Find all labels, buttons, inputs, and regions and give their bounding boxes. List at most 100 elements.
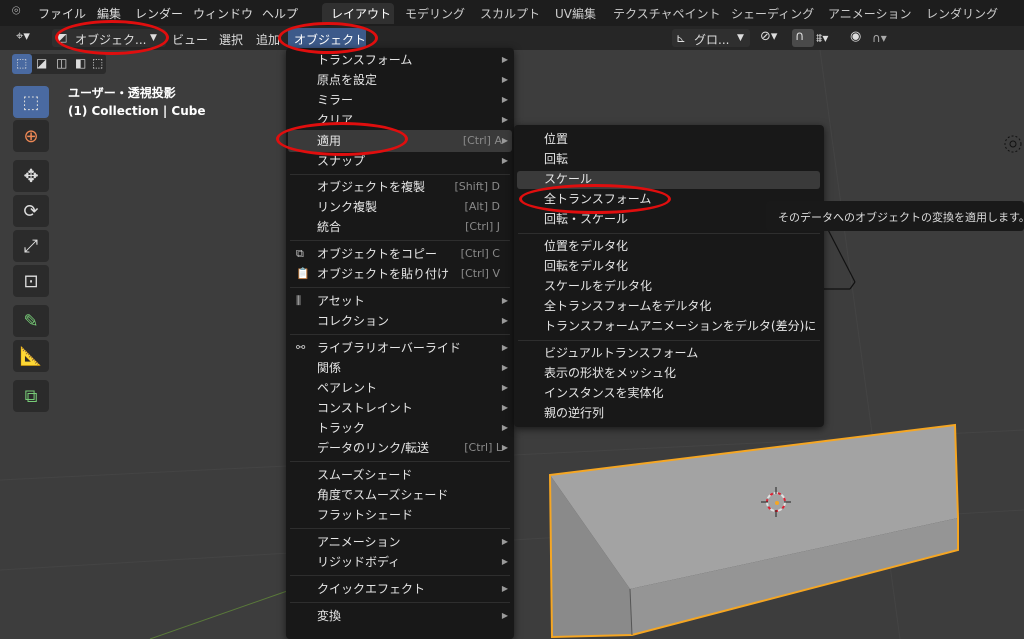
proportional-edit-icon[interactable]: ◉ (850, 29, 861, 44)
menu-item-collection[interactable]: コレクション ▶ (286, 311, 514, 331)
crosshair-icon: ⊕ (23, 125, 39, 147)
select-invert-icon[interactable]: ◧ (75, 56, 86, 70)
menu-file[interactable]: ファイル (38, 5, 86, 22)
tab-uv-editing[interactable]: UV編集 (555, 5, 596, 22)
menu-separator (290, 287, 510, 288)
tool-cursor[interactable]: ⊕ (13, 120, 49, 152)
tab-texture-paint[interactable]: テクスチャペイント (613, 5, 721, 22)
blender-logo-icon[interactable]: ⌾ (12, 3, 20, 19)
rotate-icon: ⟳ (23, 200, 39, 222)
menu-help[interactable]: ヘルプ (262, 5, 298, 22)
tool-add-cube[interactable]: ⧉ (13, 380, 49, 412)
apply-rotation-to-deltas[interactable]: 回転をデルタ化 (544, 256, 628, 276)
tool-measure[interactable]: 📐 (13, 340, 49, 372)
tab-layout[interactable]: レイアウト (331, 5, 391, 22)
menu-separator (290, 240, 510, 241)
orientation-label: グロ... (694, 33, 730, 47)
menu-item-track[interactable]: トラック ▶ (286, 418, 514, 438)
magnet-icon: ∩ (795, 29, 805, 44)
move-icon: ✥ (23, 165, 39, 187)
menu-item-copy-objects[interactable]: ⧉ オブジェクトをコピー [Ctrl] C (286, 244, 514, 264)
tab-shading[interactable]: シェーディング (731, 5, 814, 22)
menu-item-duplicate[interactable]: オブジェクトを複製 [Shift] D (286, 177, 514, 197)
annotation-ring-apply (276, 122, 408, 156)
menu-item-animation[interactable]: アニメーション ▶ (286, 532, 514, 552)
menu-separator (290, 602, 510, 603)
apply-all-to-deltas[interactable]: 全トランスフォームをデルタ化 (544, 296, 711, 316)
apply-rotation[interactable]: 回転 (544, 149, 568, 169)
orientation-icon: ⊾ (676, 31, 687, 45)
menu-item-shade-smooth[interactable]: スムーズシェード (286, 465, 514, 485)
select-intersect-icon[interactable]: ⬚ (92, 56, 103, 70)
apply-parent-inverse[interactable]: 親の逆行列 (544, 403, 604, 423)
menu-item-asset[interactable]: ⫼ アセット ▶ (286, 291, 514, 311)
apply-make-instances-real[interactable]: インスタンスを実体化 (544, 383, 664, 403)
menu-item-rigid-body[interactable]: リジッドボディ ▶ (286, 552, 514, 572)
chevron-down-icon: ▼ (737, 33, 744, 43)
submenu-separator (518, 233, 820, 234)
top-menubar: ⌾ ファイル 編集 レンダー ウィンドウ ヘルプ レイアウト モデリング スカル… (0, 0, 1024, 26)
annotation-ring-all-transforms (519, 184, 671, 214)
asset-icon: ⫼ (296, 294, 302, 307)
copy-icon: ⧉ (296, 247, 304, 260)
menu-separator (290, 174, 510, 175)
tab-modeling[interactable]: モデリング (405, 5, 465, 22)
submenu-separator (518, 340, 820, 341)
menu-item-convert[interactable]: 変換 ▶ (286, 606, 514, 626)
tab-rendering[interactable]: レンダリング (926, 5, 998, 22)
menu-render[interactable]: レンダー (135, 5, 183, 22)
apply-location[interactable]: 位置 (544, 129, 568, 149)
tool-scale[interactable]: ⤢ (13, 230, 49, 262)
tool-select-box[interactable]: ⬚ (13, 86, 49, 118)
menu-window[interactable]: ウィンドウ (193, 5, 253, 22)
apply-animated-transforms-to-deltas[interactable]: トランスフォームアニメーションをデルタ(差分)に (544, 316, 816, 336)
viewport-collection-label: (1) Collection | Cube (68, 104, 206, 118)
menu-select[interactable]: 選択 (219, 31, 243, 48)
tool-rotate[interactable]: ⟳ (13, 195, 49, 227)
viewport-projection-label: ユーザー・透視投影 (68, 86, 176, 100)
snap-target-icon[interactable]: ⩩▾ (816, 31, 828, 46)
link-icon: ⚯ (296, 341, 306, 354)
select-extend-icon[interactable]: ◪ (36, 56, 47, 70)
apply-visual-transform[interactable]: ビジュアルトランスフォーム (544, 343, 698, 363)
menu-item-relations[interactable]: 関係 ▶ (286, 358, 514, 378)
menu-item-constraint[interactable]: コンストレイント ▶ (286, 398, 514, 418)
menu-item-set-origin[interactable]: 原点を設定 ▶ (286, 70, 514, 90)
menu-item-library-override[interactable]: ⚯ ライブラリオーバーライド ▶ (286, 338, 514, 358)
menu-item-shade-auto-smooth[interactable]: 角度でスムーズシェード (286, 485, 514, 505)
selection-mode-group: ⬚ ◪ ◫ ◧ ⬚ (12, 54, 106, 74)
tooltip-text: そのデータへのオブジェクトの変換を適用します。 (778, 211, 1024, 224)
editor-type-icon[interactable]: ⌖▾ (16, 29, 30, 44)
falloff-icon[interactable]: ∩▾ (872, 31, 887, 45)
tab-sculpt[interactable]: スカルプト (480, 5, 540, 22)
menu-item-link-transfer-data[interactable]: データのリンク/転送 [Ctrl] L ▶ (286, 438, 514, 458)
menu-item-join[interactable]: 統合 [Ctrl] J (286, 217, 514, 237)
apply-location-to-deltas[interactable]: 位置をデルタ化 (544, 236, 628, 256)
cube-object (548, 423, 959, 639)
menu-separator (290, 461, 510, 462)
select-subtract-icon[interactable]: ◫ (56, 56, 67, 70)
add-cube-icon: ⧉ (24, 385, 38, 407)
tool-annotate[interactable]: ✎ (13, 305, 49, 337)
menu-item-shade-flat[interactable]: フラットシェード (286, 505, 514, 525)
menu-separator (290, 575, 510, 576)
tool-transform[interactable]: ⊡ (13, 265, 49, 297)
menu-item-parent[interactable]: ペアレント ▶ (286, 378, 514, 398)
light-gizmo (1004, 135, 1022, 153)
annotation-ring-mode (55, 20, 169, 55)
select-new-icon: ⬚ (16, 56, 28, 70)
menu-item-link-duplicate[interactable]: リンク複製 [Alt] D (286, 197, 514, 217)
menu-separator (290, 334, 510, 335)
menu-add[interactable]: 追加 (256, 31, 280, 48)
pivot-point-icon[interactable]: ⊘▾ (760, 29, 777, 44)
apply-scale-to-deltas[interactable]: スケールをデルタ化 (544, 276, 652, 296)
tool-move[interactable]: ✥ (13, 160, 49, 192)
menu-item-mirror[interactable]: ミラー ▶ (286, 90, 514, 110)
apply-submenu: 位置 回転 スケール 全トランスフォーム 回転・スケール 位置をデルタ化 回転を… (514, 125, 824, 427)
menu-item-quick-effects[interactable]: クイックエフェクト ▶ (286, 579, 514, 599)
menu-item-paste-objects[interactable]: 📋 オブジェクトを貼り付け [Ctrl] V (286, 264, 514, 284)
menu-view[interactable]: ビュー (172, 31, 208, 48)
tab-animation[interactable]: アニメーション (828, 5, 912, 22)
apply-visual-geometry-to-mesh[interactable]: 表示の形状をメッシュ化 (544, 363, 676, 383)
transform-icon: ⊡ (23, 270, 39, 292)
